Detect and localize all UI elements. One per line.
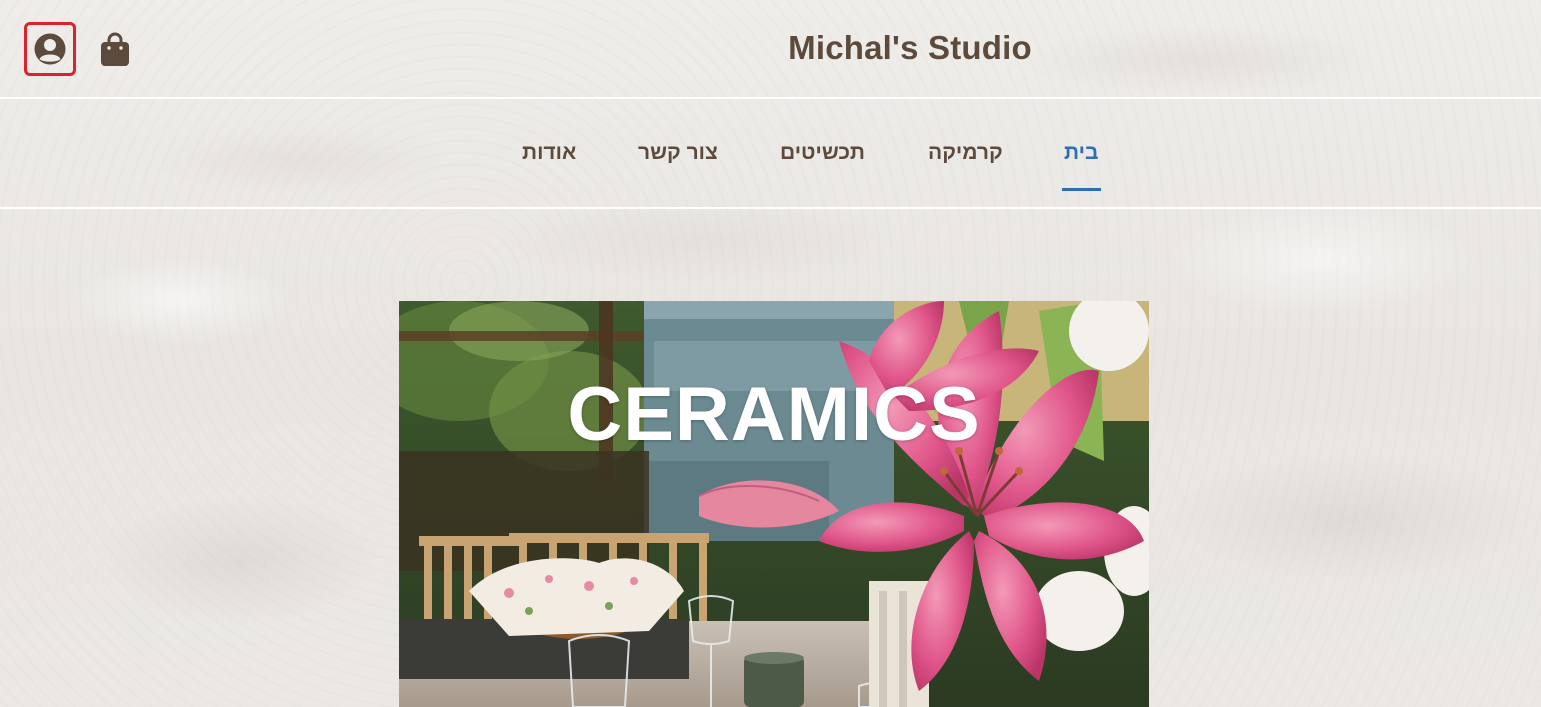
account-button[interactable] <box>24 22 76 76</box>
user-circle-icon <box>34 33 66 65</box>
site-header: Michal's Studio <box>0 0 1541 97</box>
nav-item-ceramics[interactable]: קרמיקה <box>928 141 1003 165</box>
cart-button[interactable] <box>96 28 134 70</box>
hero-title: CERAMICS <box>567 372 981 457</box>
shopping-bag-icon <box>101 32 129 66</box>
hero-image <box>399 301 1149 707</box>
nav-item-contact[interactable]: צור קשר <box>638 141 718 165</box>
main-nav: בית קרמיקה תכשיטים צור קשר אודות <box>0 99 1541 207</box>
nav-divider <box>0 207 1541 209</box>
nav-item-jewelry[interactable]: תכשיטים <box>780 141 865 165</box>
site-title[interactable]: Michal's Studio <box>660 29 1160 67</box>
hero-banner[interactable]: CERAMICS <box>399 301 1149 707</box>
nav-item-about[interactable]: אודות <box>522 141 576 165</box>
nav-item-home[interactable]: בית <box>1064 141 1098 165</box>
active-nav-indicator <box>1062 188 1101 191</box>
